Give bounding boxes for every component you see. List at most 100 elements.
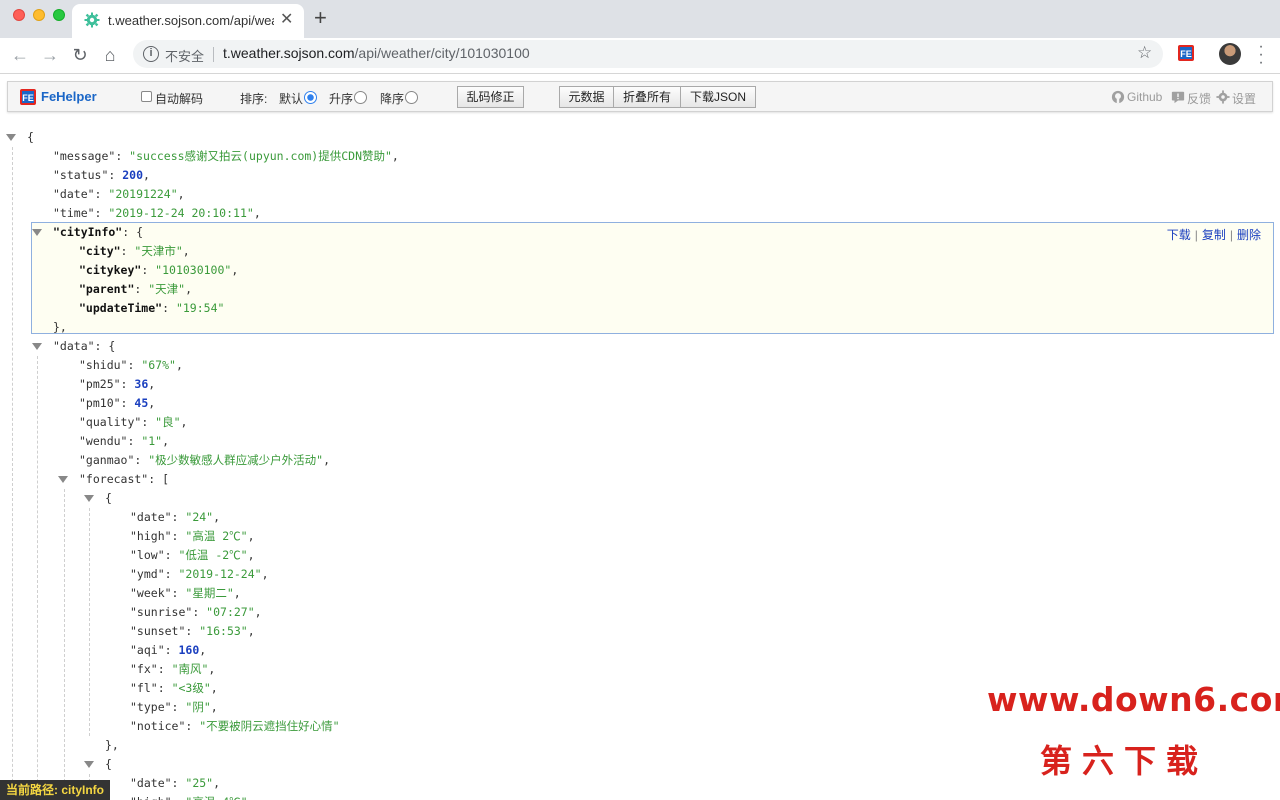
github-icon[interactable] [1111,90,1125,104]
json-value[interactable]: "阴" [185,700,210,714]
json-key[interactable]: "quality" [79,415,141,429]
json-value[interactable]: "<3级" [172,681,211,695]
feedback-icon[interactable] [1171,90,1185,104]
json-key[interactable]: "citykey" [79,263,141,277]
json-key[interactable]: "cityInfo" [53,225,122,239]
json-value[interactable]: 45 [134,396,148,410]
menu-kebab-icon[interactable]: · · · [1256,39,1266,71]
download-json-button[interactable]: 下载JSON [680,86,756,108]
settings-gear-icon[interactable] [1216,90,1230,104]
json-value[interactable]: { [108,339,115,353]
json-value[interactable]: "星期二" [185,586,233,600]
json-value[interactable]: "良" [155,415,180,429]
json-value[interactable]: "25" [185,776,213,790]
settings-link[interactable]: 设置 [1232,90,1256,107]
json-key[interactable]: "date" [53,187,95,201]
json-key[interactable]: "shidu" [79,358,127,372]
json-key[interactable]: "city" [79,244,121,258]
fehelper-extension-icon[interactable]: FE [1178,45,1194,61]
json-key[interactable]: "updateTime" [79,301,162,315]
json-key[interactable]: "aqi" [130,643,165,657]
json-value[interactable]: "20191224" [108,187,177,201]
json-key[interactable]: "notice" [130,719,185,733]
json-value[interactable]: { [136,225,143,239]
json-key[interactable]: "pm10" [79,396,121,410]
json-value[interactable]: "67%" [141,358,176,372]
github-link[interactable]: Github [1127,90,1162,104]
json-key[interactable]: "message" [53,149,115,163]
forward-arrow-icon[interactable]: → [38,43,62,67]
collapse-toggle-icon[interactable] [84,761,94,768]
close-window-button[interactable] [13,9,25,21]
json-key[interactable]: "fx" [130,662,158,676]
maximize-window-button[interactable] [53,9,65,21]
sort-asc-radio[interactable] [354,91,367,104]
collapse-toggle-icon[interactable] [58,476,68,483]
json-value[interactable]: "极少数敏感人群应减少户外活动" [148,453,323,467]
json-value[interactable]: "101030100" [155,263,231,277]
auto-decode-label[interactable]: 自动解码 [155,90,203,107]
collapse-all-button[interactable]: 折叠所有 [613,86,681,108]
collapse-toggle-icon[interactable] [32,229,42,236]
fehelper-name[interactable]: FeHelper [41,89,97,104]
node-copy-link[interactable]: 复制 [1198,228,1230,242]
json-key[interactable]: "time" [53,206,95,220]
json-value[interactable]: "低温 -2℃" [178,548,247,562]
sort-default-label[interactable]: 默认 [279,90,303,107]
json-key[interactable]: "high" [130,529,172,543]
collapse-toggle-icon[interactable] [84,495,94,502]
json-key[interactable]: "pm25" [79,377,121,391]
new-tab-button[interactable]: + [314,6,327,30]
node-delete-link[interactable]: 删除 [1233,228,1265,242]
json-value[interactable]: "南风" [172,662,209,676]
json-key[interactable]: "type" [130,700,172,714]
profile-avatar[interactable] [1219,43,1241,65]
close-tab-icon[interactable]: ✕ [280,11,293,29]
json-value[interactable]: "07:27" [206,605,254,619]
json-value[interactable]: "1" [141,434,162,448]
back-arrow-icon[interactable]: ← [8,43,32,67]
reload-icon[interactable]: ↻ [68,43,92,67]
json-key[interactable]: "date" [130,776,172,790]
sort-asc-label[interactable]: 升序 [329,90,353,107]
url-text[interactable]: t.weather.sojson.com/api/weather/city/10… [223,45,530,61]
json-key[interactable]: "sunrise" [130,605,192,619]
json-value[interactable]: "天津" [148,282,185,296]
json-value[interactable]: "高温 4℃" [185,795,247,800]
collapse-toggle-icon[interactable] [6,134,16,141]
json-value[interactable]: "高温 2℃" [185,529,247,543]
security-label[interactable]: 不安全 [165,46,204,65]
sort-default-radio[interactable] [304,91,317,104]
minimize-window-button[interactable] [33,9,45,21]
json-value[interactable]: "19:54" [176,301,224,315]
json-value[interactable]: [ [162,472,169,486]
json-key[interactable]: "high" [130,795,172,800]
json-key[interactable]: "data" [53,339,95,353]
sort-desc-label[interactable]: 降序 [380,90,404,107]
json-key[interactable]: "ganmao" [79,453,134,467]
json-value[interactable]: "不要被阴云遮挡住好心情" [199,719,339,733]
json-key[interactable]: "week" [130,586,172,600]
json-key[interactable]: "ymd" [130,567,165,581]
auto-decode-checkbox[interactable] [141,91,152,102]
json-key[interactable]: "forecast" [79,472,148,486]
fix-encoding-button[interactable]: 乱码修正 [457,86,524,108]
json-value[interactable]: "16:53" [199,624,247,638]
json-value[interactable]: 36 [134,377,148,391]
json-value[interactable]: "2019-12-24 20:10:11" [108,206,253,220]
json-key[interactable]: "parent" [79,282,134,296]
collapse-toggle-icon[interactable] [32,343,42,350]
json-value[interactable]: "24" [185,510,213,524]
json-key[interactable]: "fl" [130,681,158,695]
json-value[interactable]: "2019-12-24" [178,567,261,581]
browser-tab[interactable]: t.weather.sojson.com/api/weather/city/10… [72,4,304,38]
json-value[interactable]: "success感谢又拍云(upyun.com)提供CDN赞助" [129,149,392,163]
json-value[interactable]: 160 [178,643,199,657]
json-value[interactable]: 200 [122,168,143,182]
bookmark-star-icon[interactable]: ☆ [1137,43,1152,63]
json-key[interactable]: "date" [130,510,172,524]
raw-data-button[interactable]: 元数据 [559,86,614,108]
node-download-link[interactable]: 下载 [1163,228,1195,242]
json-key[interactable]: "low" [130,548,165,562]
home-icon[interactable]: ⌂ [98,43,122,67]
